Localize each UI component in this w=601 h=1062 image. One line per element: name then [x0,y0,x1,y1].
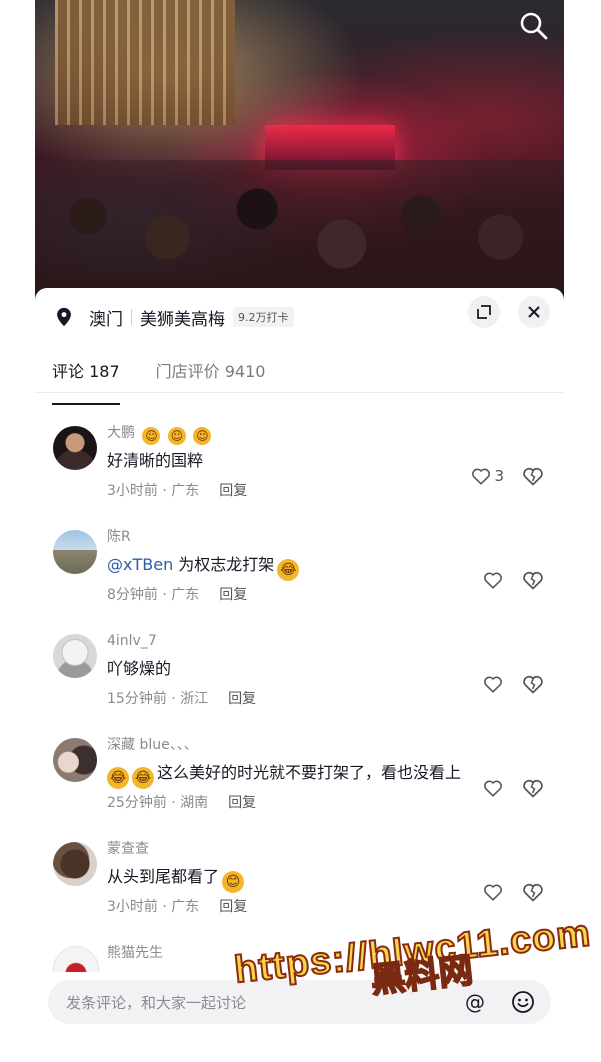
location-pin-icon [57,307,71,327]
avatar[interactable] [53,426,97,470]
like-button[interactable] [482,776,504,800]
mention-link[interactable]: @xTBen [107,555,173,574]
comment-username[interactable]: 4inlv_7 [107,630,554,652]
reply-button[interactable]: 回复 [219,483,247,499]
heart-icon [484,572,502,589]
broken-heart-icon[interactable] [521,880,545,904]
comment-item: 蒙查查 从头到尾都看了 😊 3小时前 · 广东 回复 [35,838,564,938]
comment-item: 深藏 blue、、、 😂 😂 这么美好的时光就不要打架了，看也没看上 25分钟前 ·… [35,734,564,834]
tab-bar: 评论 187 门店评价 9410 [52,358,301,405]
reply-button[interactable]: 回复 [219,587,247,603]
location-city: 澳门 [89,309,123,330]
comment-item: 4inlv_7 吖够燥的 15分钟前 · 浙江 回复 [35,630,564,730]
search-icon[interactable] [516,8,552,44]
heart-icon [472,468,491,485]
like-button[interactable]: 3 [470,464,504,488]
heart-icon [484,884,502,901]
video-building [55,0,235,125]
video-player[interactable] [35,0,564,300]
smile-emoji-icon: ☺ [193,427,212,445]
comment-username[interactable]: 熊猫先生 [107,942,554,964]
comment-input[interactable] [64,980,448,1026]
close-icon [528,306,540,318]
smile-emoji-icon: ☺ [167,427,186,445]
comment-time: 3小时前 · 广东 [107,483,200,499]
reply-button[interactable]: 回复 [228,691,256,707]
location-venue[interactable]: 美狮美高梅 [140,305,225,330]
comment-item: 陈R @xTBen 为权志龙打架 😂 8分钟前 · 广东 回复 [35,526,564,626]
expand-button[interactable] [468,296,500,328]
comment-text-body: 从头到尾都看了 [107,867,220,886]
comment-username[interactable]: 蒙查查 [107,838,554,860]
comment-username[interactable]: 大鹏 ☺ ☺ ☺ [107,422,554,445]
comment-sheet: 澳门 美狮美高梅 9.2万打卡 评论 187 门店评价 9410 大鹏 ☺ ☺ … [35,288,564,1062]
location-separator [131,309,132,325]
heart-icon [484,780,502,797]
comment-text-body: 这么美好的时光就不要打架了，看也没看上 [157,763,462,782]
laugh-cry-emoji-icon: 😂 [132,767,154,789]
at-icon[interactable]: @ [465,990,485,1014]
comment-body: 4inlv_7 吖够燥的 15分钟前 · 浙江 回复 [107,630,554,709]
like-button[interactable] [482,880,504,904]
comment-time: 15分钟前 · 浙江 [107,691,209,707]
emoji-icon[interactable] [511,990,535,1014]
username-text: 大鹏 [107,425,135,441]
broken-heart-icon[interactable] [521,776,545,800]
heart-icon [484,676,502,693]
comment-body: 深藏 blue、、、 😂 😂 这么美好的时光就不要打架了，看也没看上 25分钟前 ·… [107,734,554,813]
smile-emoji-icon: ☺ [142,427,161,445]
reply-button[interactable]: 回复 [228,795,256,811]
avatar[interactable] [53,738,97,782]
comment-text-body: 为权志龙打架 [173,555,275,574]
broken-heart-icon[interactable] [521,568,545,592]
broken-heart-icon[interactable] [521,464,545,488]
video-crowd [35,160,564,300]
comment-item: 大鹏 ☺ ☺ ☺ 好清晰的国粹 3小时前 · 广东 回复 3 [35,422,564,522]
comment-body: 熊猫先生 [107,942,554,964]
broken-heart-icon[interactable] [521,672,545,696]
avatar[interactable] [53,842,97,886]
reply-button[interactable]: 回复 [219,899,247,915]
comment-item: 熊猫先生 [35,942,564,972]
expand-icon [477,305,491,319]
comment-body: 蒙查查 从头到尾都看了 😊 3小时前 · 广东 回复 [107,838,554,917]
comment-time: 8分钟前 · 广东 [107,587,200,603]
tab-divider [35,392,564,393]
tab-comments[interactable]: 评论 187 [52,358,120,405]
checkin-badge: 9.2万打卡 [233,307,294,327]
laugh-cry-emoji-icon: 😂 [277,559,300,581]
smile-emoji-icon: 😊 [222,871,245,893]
like-count: 3 [494,467,504,485]
avatar[interactable] [53,946,99,972]
tab-store-reviews[interactable]: 门店评价 9410 [156,358,266,394]
laugh-cry-emoji-icon: 😂 [107,767,129,789]
comment-input-bar: @ [48,980,551,1026]
like-button[interactable] [482,672,504,696]
comment-username[interactable]: 深藏 blue、、、 [107,734,554,756]
avatar[interactable] [53,530,97,574]
comment-time: 3小时前 · 广东 [107,899,200,915]
comment-time: 25分钟前 · 湖南 [107,795,209,811]
comment-body: 大鹏 ☺ ☺ ☺ 好清晰的国粹 3小时前 · 广东 回复 [107,422,554,501]
like-button[interactable] [482,568,504,592]
app-frame: 澳门 美狮美高梅 9.2万打卡 评论 187 门店评价 9410 大鹏 ☺ ☺ … [35,0,564,1062]
avatar[interactable] [53,634,97,678]
comment-username[interactable]: 陈R [107,526,554,548]
comment-body: 陈R @xTBen 为权志龙打架 😂 8分钟前 · 广东 回复 [107,526,554,605]
close-button[interactable] [518,296,550,328]
